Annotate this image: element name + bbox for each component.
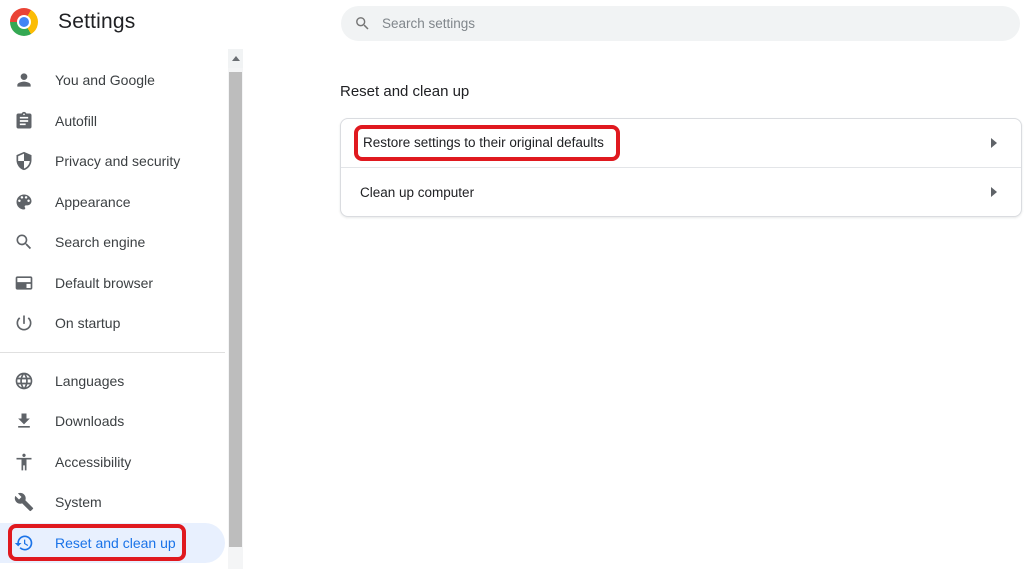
page-title: Settings xyxy=(58,10,135,34)
sidebar-item-label: Search engine xyxy=(55,234,145,250)
sidebar-item-reset-and-clean-up[interactable]: Reset and clean up xyxy=(0,523,225,564)
restore-settings-row[interactable]: Restore settings to their original defau… xyxy=(341,119,1021,167)
sidebar-item-label: Accessibility xyxy=(55,454,131,470)
power-icon xyxy=(14,313,34,333)
restore-settings-label: Restore settings to their original defau… xyxy=(354,125,620,161)
sidebar-item-label: Privacy and security xyxy=(55,153,180,169)
sidebar-item-downloads[interactable]: Downloads xyxy=(0,401,225,442)
sidebar-item-autofill[interactable]: Autofill xyxy=(0,101,225,142)
clipboard-icon xyxy=(14,111,34,131)
search-settings-input[interactable] xyxy=(380,15,1020,32)
sidebar-scrollbar-track[interactable] xyxy=(228,49,243,569)
sidebar-item-privacy-and-security[interactable]: Privacy and security xyxy=(0,141,225,182)
person-icon xyxy=(14,70,34,90)
sidebar-item-default-browser[interactable]: Default browser xyxy=(0,263,225,304)
sidebar-divider xyxy=(0,352,225,353)
accessibility-icon xyxy=(14,452,34,472)
download-icon xyxy=(14,411,34,431)
search-icon xyxy=(354,15,371,32)
section-title: Reset and clean up xyxy=(340,83,469,100)
wrench-icon xyxy=(14,492,34,512)
settings-sidebar: You and Google Autofill Privacy and secu… xyxy=(0,60,225,563)
chevron-right-icon xyxy=(991,187,997,197)
sidebar-item-on-startup[interactable]: On startup xyxy=(0,303,225,344)
sidebar-item-label: Downloads xyxy=(55,413,124,429)
sidebar-item-you-and-google[interactable]: You and Google xyxy=(0,60,225,101)
sidebar-item-accessibility[interactable]: Accessibility xyxy=(0,442,225,483)
sidebar-item-label: You and Google xyxy=(55,72,155,88)
clean-up-computer-row[interactable]: Clean up computer xyxy=(341,168,1021,216)
clean-up-computer-label: Clean up computer xyxy=(360,185,474,200)
sidebar-item-search-engine[interactable]: Search engine xyxy=(0,222,225,263)
globe-icon xyxy=(14,371,34,391)
sidebar-item-system[interactable]: System xyxy=(0,482,225,523)
shield-icon xyxy=(14,151,34,171)
sidebar-item-label: On startup xyxy=(55,315,120,331)
arrow-up-icon xyxy=(232,56,240,61)
palette-icon xyxy=(14,192,34,212)
scrollbar-thumb[interactable] xyxy=(229,72,242,547)
sidebar-item-label: Default browser xyxy=(55,275,153,291)
header-brand: Settings xyxy=(10,8,135,36)
sidebar-item-languages[interactable]: Languages xyxy=(0,361,225,402)
sidebar-item-label: Autofill xyxy=(55,113,97,129)
scrollbar-up-button[interactable] xyxy=(228,49,243,68)
reset-and-clean-up-card: Restore settings to their original defau… xyxy=(340,118,1022,217)
sidebar-item-label: System xyxy=(55,494,102,510)
restore-clock-icon xyxy=(14,533,34,553)
sidebar-item-label: Languages xyxy=(55,373,124,389)
chrome-logo-icon xyxy=(10,8,38,36)
search-settings-bar[interactable] xyxy=(341,6,1020,41)
chevron-right-icon xyxy=(991,138,997,148)
sidebar-item-label: Appearance xyxy=(55,194,131,210)
search-icon xyxy=(14,232,34,252)
browser-window-icon xyxy=(14,273,34,293)
sidebar-item-appearance[interactable]: Appearance xyxy=(0,182,225,223)
sidebar-item-label: Reset and clean up xyxy=(55,535,176,551)
